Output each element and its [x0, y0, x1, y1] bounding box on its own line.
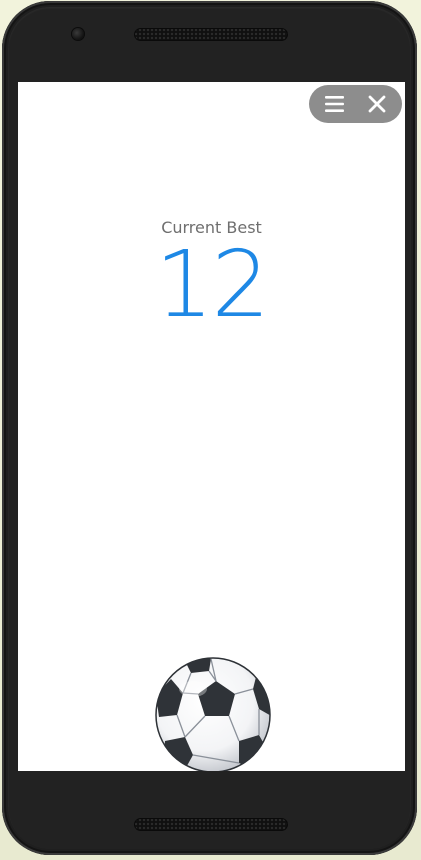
soccer-ball-icon [155, 657, 271, 771]
top-speaker-grille [134, 28, 288, 41]
front-camera [72, 28, 84, 40]
current-best-score: 12 [154, 231, 270, 338]
bottom-speaker-grille [134, 818, 288, 831]
game-screen[interactable]: Current Best 12 [18, 82, 405, 771]
game-toolbar-pill [309, 85, 402, 123]
phone-frame: Current Best 12 [2, 1, 417, 855]
close-icon [368, 95, 386, 113]
menu-button[interactable] [312, 85, 356, 123]
hamburger-menu-icon [325, 96, 344, 112]
close-button[interactable] [355, 85, 399, 123]
soccer-ball[interactable] [153, 655, 273, 771]
